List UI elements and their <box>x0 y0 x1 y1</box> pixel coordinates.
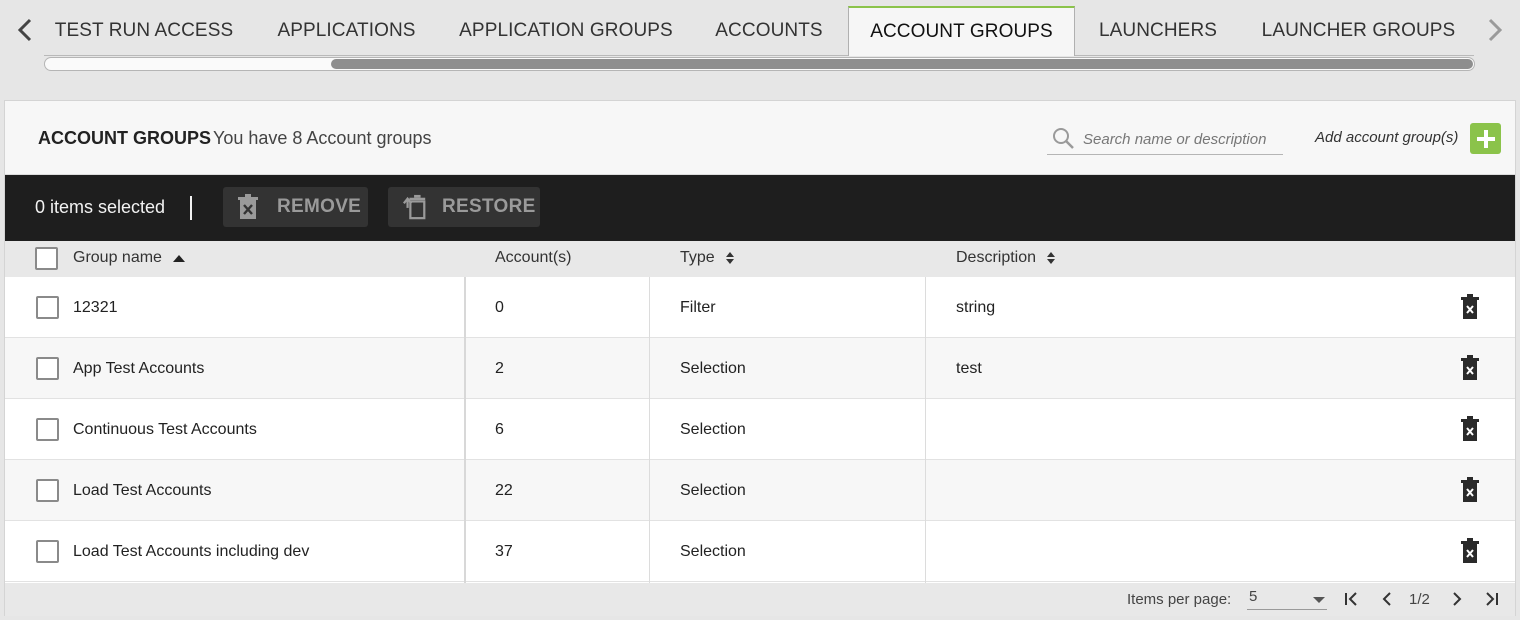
search-input[interactable] <box>1083 127 1279 151</box>
tab-launchers[interactable]: LAUNCHERS <box>1084 6 1232 55</box>
selected-count: 0 items selected <box>35 197 166 217</box>
add-account-group-button[interactable] <box>1470 123 1501 154</box>
first-page-button[interactable] <box>1341 589 1361 609</box>
table-row[interactable]: Load Test Accounts including dev 37 Sele… <box>5 521 1515 582</box>
first-page-icon <box>1345 592 1357 606</box>
tab-launcher-groups[interactable]: LAUNCHER GROUPS <box>1256 6 1461 55</box>
remove-button[interactable]: REMOVE <box>223 187 368 227</box>
dropdown-caret-icon <box>1313 597 1325 603</box>
search-box <box>1047 123 1283 155</box>
table-row[interactable]: Load Test Accounts 22 Selection <box>5 460 1515 521</box>
delete-row-icon[interactable] <box>1460 416 1480 442</box>
sort-icon <box>1046 251 1056 265</box>
scrollbar-thumb[interactable] <box>331 59 1473 69</box>
group-name-cell: Load Test Accounts <box>73 481 212 499</box>
accounts-cell: 6 <box>495 420 504 438</box>
items-per-page-value: 5 <box>1249 588 1258 605</box>
panel-header: ACCOUNT GROUPS You have 8 Account groups… <box>5 101 1515 175</box>
trash-icon <box>237 194 263 220</box>
row-checkbox[interactable] <box>36 418 59 441</box>
row-checkbox[interactable] <box>36 357 59 380</box>
column-divider <box>925 277 926 583</box>
sort-icon <box>725 251 735 265</box>
tabs-scrollbar[interactable] <box>44 57 1475 71</box>
table-header: Group name Account(s) Type Description <box>5 241 1515 277</box>
description-cell: test <box>956 359 982 377</box>
column-divider[interactable] <box>464 277 466 583</box>
last-page-icon <box>1486 592 1498 606</box>
tab-bar: TEST RUN ACCESS APPLICATIONS APPLICATION… <box>0 0 1520 98</box>
previous-page-button[interactable] <box>1377 589 1397 609</box>
selection-action-bar: 0 items selected REMOVE RESTORE <box>5 175 1515 241</box>
table-row[interactable]: 12321 0 Filter string <box>5 277 1515 338</box>
chevron-left-icon <box>17 18 32 42</box>
table-row[interactable]: App Test Accounts 2 Selection test <box>5 338 1515 399</box>
add-account-group-label: Add account group(s) <box>1315 129 1459 146</box>
accounts-cell: 2 <box>495 359 504 377</box>
search-icon <box>1053 128 1074 149</box>
items-per-page-select[interactable]: 5 <box>1247 588 1327 610</box>
tab-account-groups[interactable]: ACCOUNT GROUPS <box>848 6 1075 56</box>
sort-ascending-icon <box>172 254 186 262</box>
accounts-cell: 37 <box>495 542 513 560</box>
next-page-button[interactable] <box>1447 589 1467 609</box>
scroll-tabs-left-button[interactable] <box>8 12 42 48</box>
column-label: Group name <box>73 249 162 266</box>
chevron-right-icon <box>1453 592 1462 606</box>
type-cell: Selection <box>680 481 746 499</box>
group-name-cell: Load Test Accounts including dev <box>73 542 310 560</box>
page-title: ACCOUNT GROUPS <box>38 128 212 148</box>
table-row[interactable]: Continuous Test Accounts 6 Selection <box>5 399 1515 460</box>
delete-row-icon[interactable] <box>1460 355 1480 381</box>
accounts-cell: 0 <box>495 298 504 316</box>
row-checkbox[interactable] <box>36 479 59 502</box>
tab-accounts[interactable]: ACCOUNTS <box>699 6 839 55</box>
last-page-button[interactable] <box>1482 589 1502 609</box>
tab-applications[interactable]: APPLICATIONS <box>254 6 439 55</box>
column-accounts[interactable]: Account(s) <box>495 249 571 267</box>
column-label: Type <box>680 249 715 266</box>
column-type[interactable]: Type <box>680 249 735 267</box>
accounts-cell: 22 <box>495 481 513 499</box>
description-cell: string <box>956 298 996 316</box>
delete-row-icon[interactable] <box>1460 477 1480 503</box>
chevron-right-icon <box>1488 18 1503 42</box>
column-label: Description <box>956 249 1037 266</box>
type-cell: Selection <box>680 420 746 438</box>
restore-button[interactable]: RESTORE <box>388 187 540 227</box>
group-name-cell: App Test Accounts <box>73 359 205 377</box>
type-cell: Selection <box>680 542 746 560</box>
plus-icon <box>1476 129 1495 148</box>
items-per-page-label: Items per page: <box>1127 591 1232 608</box>
restore-label: RESTORE <box>442 196 536 217</box>
group-count-text: You have 8 Account groups <box>213 128 432 148</box>
group-name-cell: 12321 <box>73 298 118 316</box>
tabs: TEST RUN ACCESS APPLICATIONS APPLICATION… <box>44 6 1474 56</box>
pagination-bar: Items per page: 5 1/2 <box>5 583 1515 616</box>
account-groups-panel: ACCOUNT GROUPS You have 8 Account groups… <box>4 100 1516 616</box>
tab-test-run-access[interactable]: TEST RUN ACCESS <box>44 6 244 55</box>
delete-row-icon[interactable] <box>1460 294 1480 320</box>
restore-icon <box>402 194 428 220</box>
column-group-name[interactable]: Group name <box>73 249 186 267</box>
type-cell: Selection <box>680 359 746 377</box>
select-all-checkbox[interactable] <box>35 247 58 270</box>
divider <box>190 196 192 220</box>
page-indicator: 1/2 <box>1409 591 1430 608</box>
chevron-left-icon <box>1382 592 1391 606</box>
group-name-cell: Continuous Test Accounts <box>73 420 257 438</box>
row-checkbox[interactable] <box>36 540 59 563</box>
column-label: Account(s) <box>495 249 572 266</box>
row-checkbox[interactable] <box>36 296 59 319</box>
delete-row-icon[interactable] <box>1460 538 1480 564</box>
type-cell: Filter <box>680 298 716 316</box>
remove-label: REMOVE <box>277 196 362 217</box>
tab-application-groups[interactable]: APPLICATION GROUPS <box>454 6 678 55</box>
scroll-tabs-right-button[interactable] <box>1478 12 1512 48</box>
column-description[interactable]: Description <box>956 249 1056 267</box>
column-divider <box>649 277 650 583</box>
